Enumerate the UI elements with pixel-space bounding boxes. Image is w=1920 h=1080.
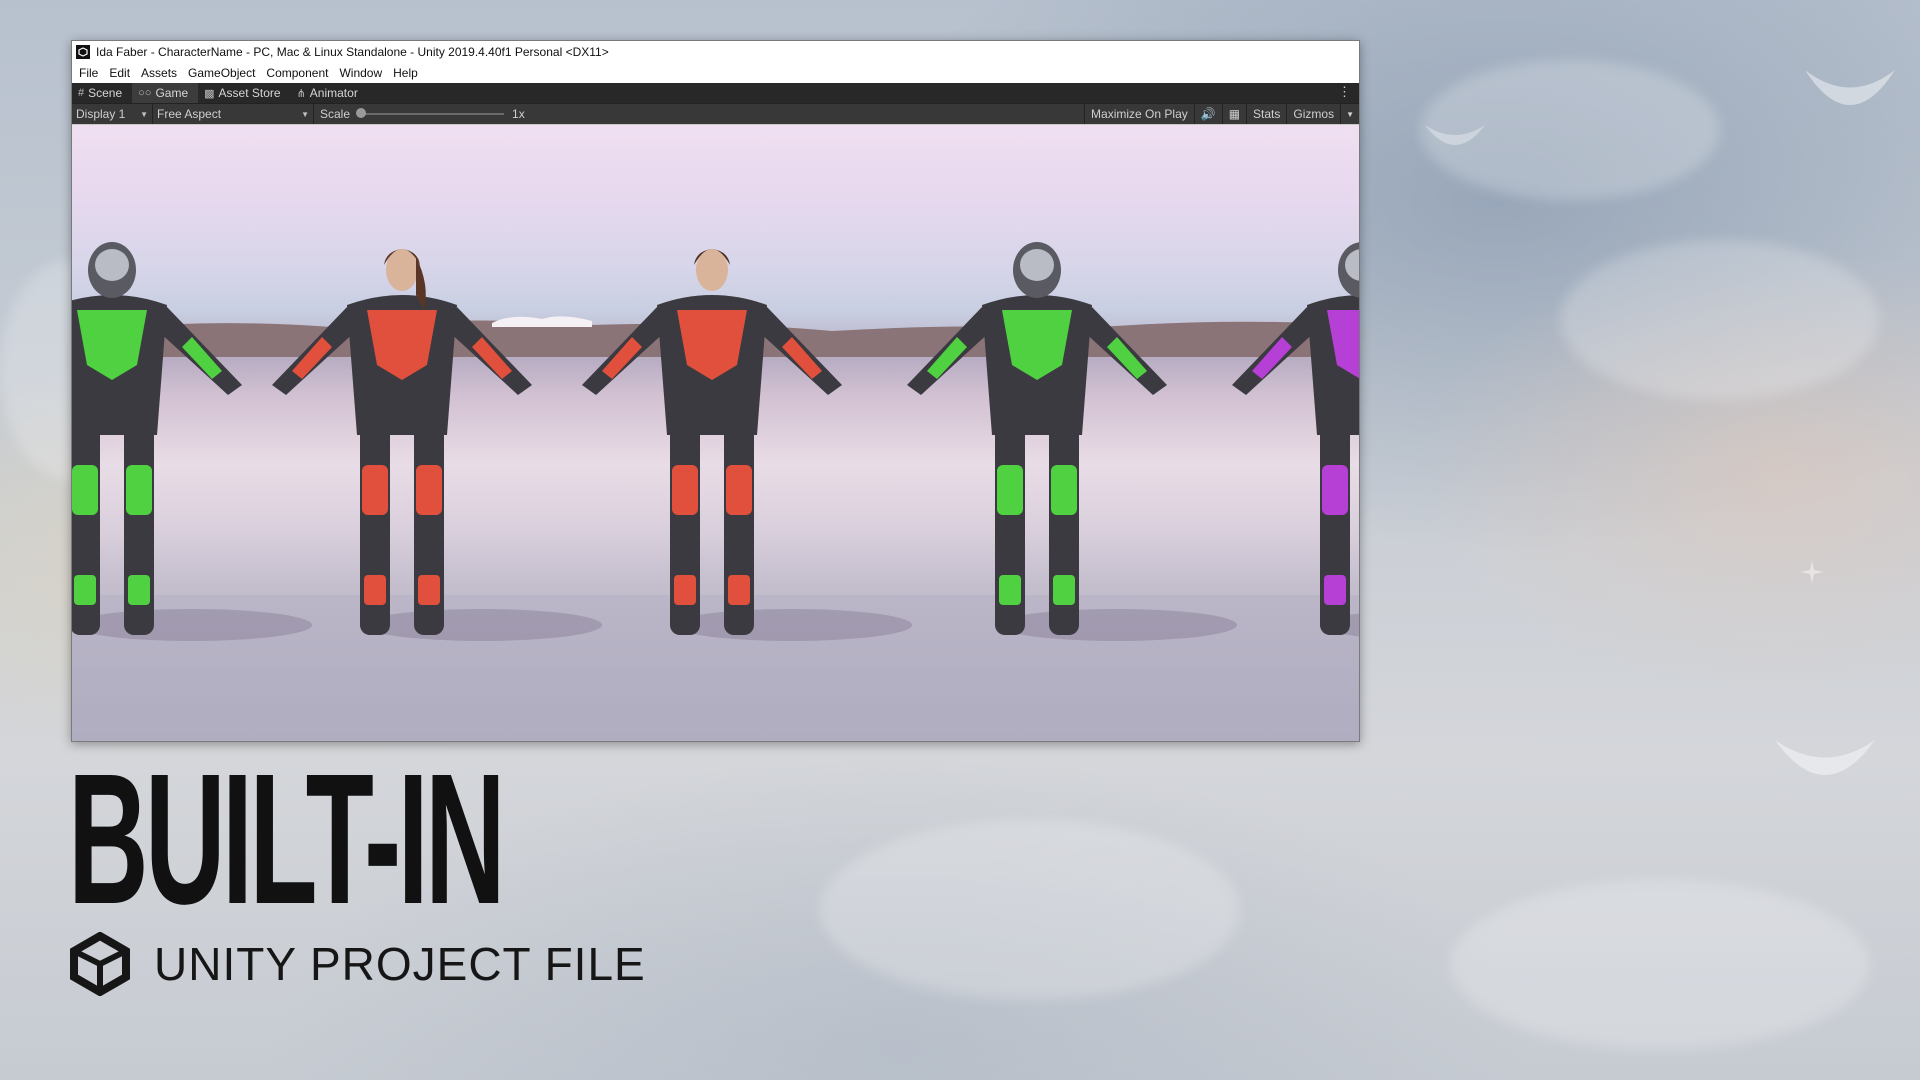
character-model — [582, 249, 912, 641]
menu-help[interactable]: Help — [390, 66, 426, 80]
scale-control: Scale 1x — [314, 107, 531, 121]
unity-logo-icon — [70, 932, 130, 996]
speaker-icon: 🔊 — [1200, 107, 1216, 121]
menu-window[interactable]: Window — [336, 66, 390, 80]
tab-asset-store[interactable]: ▩ Asset Store — [198, 83, 290, 103]
grid-icon: # — [78, 87, 85, 99]
window-title: Ida Faber - CharacterName - PC, Mac & Li… — [96, 45, 609, 59]
keyboard-icon: ▦ — [1228, 107, 1241, 121]
gizmos-button[interactable]: Gizmos — [1286, 104, 1340, 124]
unity-editor-window: Ida Faber - CharacterName - PC, Mac & Li… — [71, 40, 1360, 742]
display-value: Display 1 — [76, 107, 126, 121]
unity-logo-icon — [76, 45, 90, 59]
gamepad-icon: ○○ — [138, 87, 152, 99]
menu-gameobject[interactable]: GameObject — [185, 66, 263, 80]
characters-layer — [72, 242, 1359, 641]
menu-component[interactable]: Component — [263, 66, 336, 80]
aspect-value: Free Aspect — [157, 107, 222, 121]
menu-edit[interactable]: Edit — [106, 66, 138, 80]
moon-icon — [1775, 740, 1875, 775]
editor-tabs: # Scene ○○ Game ▩ Asset Store ⋔ Animator… — [72, 83, 1359, 103]
tab-label: Scene — [88, 86, 123, 100]
subline-text: UNITY PROJECT FILE — [154, 938, 646, 990]
menu-assets[interactable]: Assets — [138, 66, 185, 80]
tab-label: Asset Store — [218, 86, 281, 100]
character-model — [907, 242, 1237, 641]
subline: UNITY PROJECT FILE — [68, 932, 646, 996]
tab-animator[interactable]: ⋔ Animator — [291, 83, 368, 103]
scale-slider[interactable] — [356, 108, 505, 118]
tab-label: Animator — [309, 86, 358, 100]
gizmos-dropdown[interactable]: ▼ — [1340, 104, 1359, 124]
menu-bar: File Edit Assets GameObject Component Wi… — [72, 63, 1359, 83]
gizmos-label: Gizmos — [1293, 107, 1335, 121]
maximize-on-play-button[interactable]: Maximize On Play — [1084, 104, 1194, 124]
stats-label: Stats — [1253, 107, 1281, 121]
headline-text: BUILT-IN — [68, 736, 506, 943]
chevron-down-icon: ▼ — [301, 109, 309, 119]
moon-icon — [1425, 125, 1485, 145]
stats-button[interactable]: Stats — [1246, 104, 1286, 124]
display-dropdown[interactable]: Display 1 ▼ — [72, 105, 152, 123]
tab-label: Game — [155, 86, 189, 100]
character-model — [72, 242, 312, 641]
scale-value: 1x — [512, 107, 525, 121]
maximize-label: Maximize On Play — [1091, 107, 1188, 121]
tab-scene[interactable]: # Scene — [72, 83, 132, 103]
mute-audio-button[interactable]: 🔊 — [1193, 104, 1222, 124]
scale-slider-knob[interactable] — [356, 108, 367, 118]
character-model — [1232, 242, 1359, 637]
character-model — [272, 249, 602, 641]
title-bar: Ida Faber - CharacterName - PC, Mac & Li… — [72, 41, 1359, 63]
bag-icon: ▩ — [204, 87, 215, 100]
game-view-toolbar: Display 1 ▼ Free Aspect ▼ Scale 1x Maxim… — [72, 103, 1359, 124]
tab-game[interactable]: ○○ Game — [132, 83, 199, 103]
animator-icon: ⋔ — [296, 87, 306, 100]
game-viewport[interactable] — [72, 125, 1359, 741]
chevron-down-icon: ▼ — [140, 109, 148, 119]
scale-label: Scale — [320, 107, 351, 121]
aspect-dropdown[interactable]: Free Aspect ▼ — [153, 105, 313, 123]
moon-icon — [1805, 70, 1895, 105]
more-options-icon[interactable]: ⋮ — [1338, 84, 1351, 100]
vsync-button[interactable]: ▦ — [1221, 104, 1246, 124]
star-icon — [1800, 560, 1824, 584]
chevron-down-icon: ▼ — [1346, 109, 1354, 119]
menu-file[interactable]: File — [76, 66, 106, 80]
